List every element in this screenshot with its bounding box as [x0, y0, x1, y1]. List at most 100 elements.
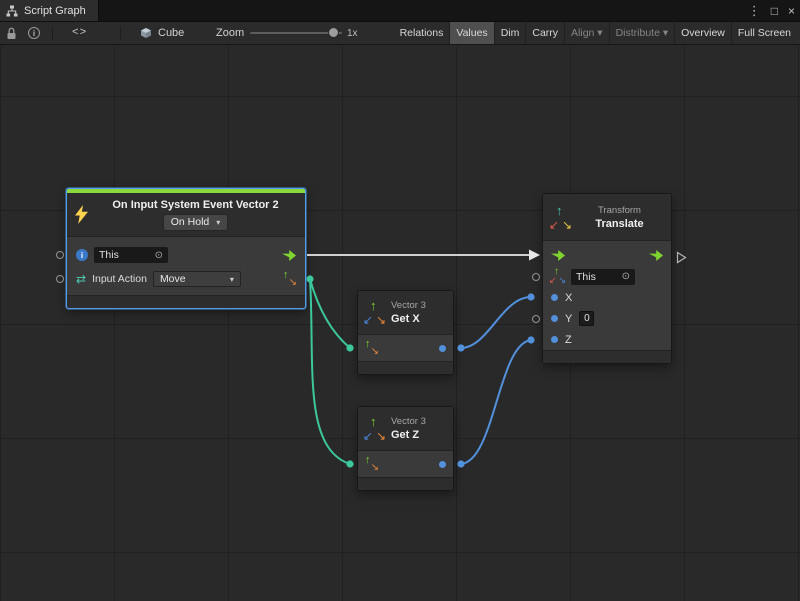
x-output-port[interactable] [439, 345, 446, 352]
toolbar-separator [120, 26, 121, 40]
node-footer [358, 361, 453, 374]
action-input-port-circle[interactable] [56, 275, 64, 283]
control-output-port[interactable] [649, 250, 663, 261]
graph-toolbar: i <> Cube Zoom 1x Relations Values Dim C… [0, 21, 800, 45]
window-controls: ⋮ □ × [748, 0, 795, 21]
flow-row [543, 245, 671, 266]
dim-button[interactable]: Dim [494, 22, 526, 44]
port-row: ↑↘ [358, 335, 453, 361]
fullscreen-button[interactable]: Full Screen [731, 22, 797, 44]
transform-icon: ↑↙↘ [551, 208, 570, 227]
carry-button[interactable]: Carry [525, 22, 564, 44]
z-input-port[interactable] [551, 336, 558, 343]
self-icon: i [76, 249, 88, 261]
control-input-port[interactable] [551, 250, 565, 261]
values-button[interactable]: Values [449, 22, 493, 44]
this-input-port-circle[interactable] [532, 273, 540, 281]
zoom-value: 1x [347, 22, 358, 44]
input-action-row: ⇄ Input Action Move ▾ ↑↘ [76, 268, 296, 290]
lightning-icon [75, 205, 88, 224]
node-title: Get X [391, 313, 426, 325]
node-title: Get Z [391, 429, 426, 441]
control-output-port[interactable] [282, 250, 296, 261]
z-port-row: Z [543, 329, 671, 350]
vector2-output-icon[interactable]: ↑↘ [283, 273, 296, 286]
lock-icon[interactable] [6, 22, 17, 44]
kebab-menu-icon[interactable]: ⋮ [748, 3, 761, 19]
node-header: ↑↙↘ Vector 3 Get X [358, 291, 453, 335]
vector3-icon: ↑↙↘ [365, 419, 384, 438]
cube-icon [140, 27, 152, 39]
z-port-label: Z [565, 334, 572, 346]
x-port-label: X [565, 292, 572, 304]
this-input-port-circle[interactable] [56, 251, 64, 259]
graph-icon [6, 5, 18, 17]
node-title: Translate [595, 218, 643, 230]
transform-axis-icon: ↑↙↘ [551, 270, 564, 283]
y-input-port-circle[interactable] [532, 315, 540, 323]
node-footer [67, 295, 305, 308]
input-action-icon: ⇄ [76, 272, 86, 286]
this-row: ↑↙↘ This ⊙ [543, 266, 671, 287]
y-value-field[interactable]: 0 [579, 311, 594, 326]
this-label: This [576, 271, 596, 283]
node-category: Transform [598, 205, 641, 216]
y-port-row: Y 0 [543, 308, 671, 329]
tab-title: Script Graph [24, 5, 86, 17]
node-footer [543, 350, 671, 363]
node-header: On Input System Event Vector 2 On Hold ▾ [67, 193, 305, 237]
zoom-slider-thumb[interactable] [328, 27, 339, 38]
input-action-dropdown[interactable]: Move ▾ [153, 271, 241, 287]
titlebar: Script Graph ⋮ □ × [0, 0, 800, 21]
node-category: Vector 3 [391, 300, 426, 311]
align-button[interactable]: Align ▾ [564, 22, 609, 44]
close-icon[interactable]: × [788, 4, 795, 18]
vector3-icon: ↑↙↘ [365, 303, 384, 322]
zoom-label: Zoom [216, 22, 244, 44]
z-output-port[interactable] [439, 461, 446, 468]
this-object-field[interactable]: This ⊙ [94, 247, 168, 263]
chevron-down-icon: ▾ [230, 275, 234, 284]
port-row: ↑↘ [358, 451, 453, 477]
overview-button[interactable]: Overview [674, 22, 731, 44]
zoom-slider[interactable] [250, 22, 342, 44]
distribute-button[interactable]: Distribute ▾ [609, 22, 675, 44]
code-view-icon[interactable]: <> [72, 22, 87, 44]
vector3-input-icon[interactable]: ↑↘ [365, 458, 378, 471]
object-name: Cube [158, 27, 184, 39]
y-port-label: Y [565, 313, 572, 325]
this-object-field[interactable]: This ⊙ [571, 269, 635, 285]
object-picker-icon[interactable]: ⊙ [622, 271, 630, 282]
node-body: ↑↙↘ This ⊙ X Y 0 Z [543, 241, 671, 350]
x-input-port[interactable] [551, 294, 558, 301]
y-input-port[interactable] [551, 315, 558, 322]
node-on-input-system-event-vector2[interactable]: On Input System Event Vector 2 On Hold ▾… [66, 188, 306, 309]
event-mode-value: On Hold [171, 216, 210, 228]
x-port-row: X [543, 287, 671, 308]
tab-script-graph[interactable]: Script Graph [0, 0, 99, 21]
node-get-z[interactable]: ↑↙↘ Vector 3 Get Z ↑↘ [357, 406, 454, 491]
vector3-input-icon[interactable]: ↑↘ [365, 342, 378, 355]
node-header: ↑↙↘ Vector 3 Get Z [358, 407, 453, 451]
chevron-down-icon: ▾ [216, 218, 220, 227]
event-mode-dropdown[interactable]: On Hold ▾ [163, 214, 229, 231]
toolbar-separator [52, 26, 53, 40]
graph-object-field[interactable]: Cube [140, 22, 184, 44]
node-header: ↑↙↘ Transform Translate [543, 194, 671, 241]
object-picker-icon[interactable]: ⊙ [155, 250, 163, 261]
input-action-label: Input Action [92, 273, 147, 285]
node-body: i This ⊙ ⇄ Input Action Move ▾ ↑↘ [67, 237, 305, 295]
node-get-x[interactable]: ↑↙↘ Vector 3 Get X ↑↘ [357, 290, 454, 375]
node-category: Vector 3 [391, 416, 426, 427]
inspect-icon[interactable]: i [28, 22, 40, 44]
maximize-icon[interactable]: □ [771, 4, 778, 18]
node-transform-translate[interactable]: ↑↙↘ Transform Translate ↑↙↘ This ⊙ [542, 193, 672, 364]
this-label: This [99, 249, 119, 261]
flow-continue-triangle[interactable] [676, 251, 687, 264]
this-row: i This ⊙ [76, 244, 296, 266]
input-action-value: Move [160, 273, 186, 285]
node-footer [358, 477, 453, 490]
node-title: On Input System Event Vector 2 [112, 199, 278, 211]
relations-button[interactable]: Relations [394, 22, 450, 44]
toolbar-buttons: Relations Values Dim Carry Align ▾ Distr… [394, 22, 797, 44]
